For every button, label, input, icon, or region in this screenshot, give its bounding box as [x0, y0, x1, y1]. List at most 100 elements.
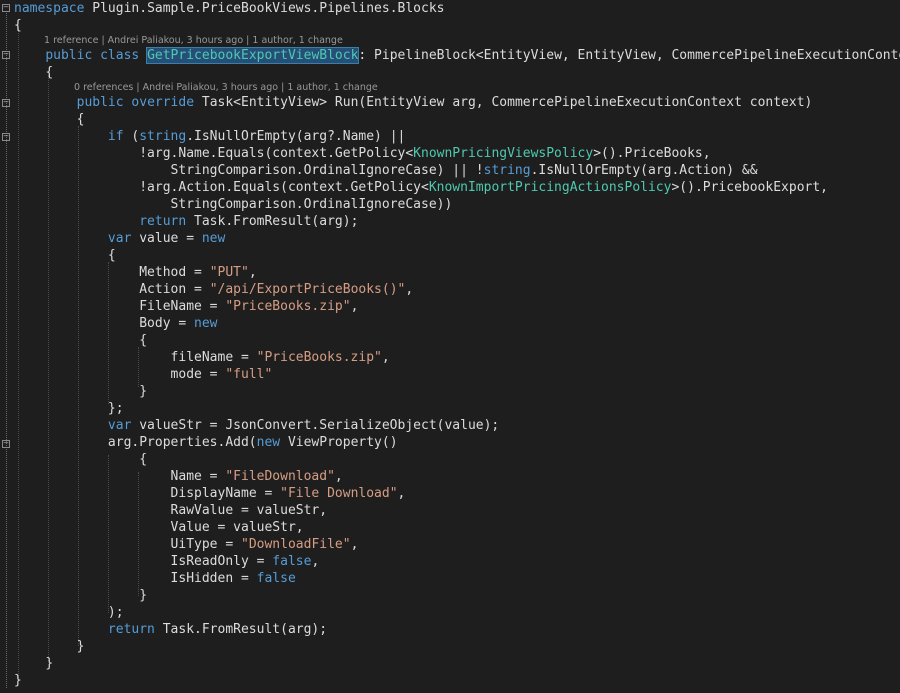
code-line[interactable]: arg.Properties.Add(new ViewProperty(): [14, 434, 398, 451]
code-text: Task.FromResult(arg);: [186, 214, 359, 229]
collapse-namespace-icon[interactable]: [2, 4, 10, 12]
code-text: mode =: [170, 367, 226, 382]
collapse-if-icon[interactable]: [2, 133, 10, 141]
code-text: value =: [131, 231, 202, 246]
code-text: (: [123, 129, 140, 144]
code-line[interactable]: }: [14, 587, 147, 604]
brace: {: [14, 18, 22, 33]
keyword: string: [139, 129, 187, 144]
keyword: new: [256, 435, 281, 450]
code-text: fileName =: [170, 350, 257, 365]
brace: {: [139, 452, 148, 467]
code-line[interactable]: StringComparison.OrdinalIgnoreCase)): [14, 196, 453, 213]
collapse-properties-add-icon[interactable]: [2, 440, 10, 448]
keyword: new: [194, 316, 218, 331]
code-line[interactable]: {: [14, 247, 116, 264]
code-text: arg.Properties.Add(: [107, 435, 257, 450]
code-text: ,: [334, 469, 343, 484]
code-line[interactable]: !arg.Name.Equals(context.GetPolicy<Known…: [14, 145, 710, 162]
code-text: RawValue = valueStr,: [170, 503, 328, 518]
code-editor[interactable]: namespace Plugin.Sample.PriceBookViews.P…: [0, 0, 900, 693]
string-literal: "DownloadFile": [241, 537, 351, 552]
brace: }: [76, 639, 85, 654]
code-line[interactable]: Name = "FileDownload",: [14, 468, 343, 485]
code-line[interactable]: var value = new: [14, 230, 225, 247]
code-line[interactable]: {: [14, 332, 147, 349]
keyword: return: [107, 622, 155, 637]
code-line[interactable]: DisplayName = "File Download",: [14, 485, 406, 502]
string-literal: "PriceBooks.zip": [256, 350, 382, 365]
keyword: class: [92, 48, 148, 63]
code-line[interactable]: }: [14, 638, 85, 655]
string-literal: "FileDownload": [225, 469, 335, 484]
keyword: string: [483, 163, 531, 178]
code-line[interactable]: UiType = "DownloadFile",: [14, 536, 359, 553]
code-line-namespace[interactable]: namespace Plugin.Sample.PriceBookViews.P…: [14, 0, 444, 17]
code-text: DisplayName =: [170, 486, 281, 501]
code-line[interactable]: var valueStr = JsonConvert.SerializeObje…: [14, 417, 499, 434]
code-text: ,: [397, 486, 406, 501]
code-line[interactable]: {: [14, 17, 22, 34]
brace: }: [14, 673, 22, 688]
code-line-method-declaration[interactable]: public override Task<EntityView> Run(Ent…: [14, 94, 813, 111]
type-name: KnownImportPricingActionsPolicy: [428, 180, 672, 195]
codelens-text: 1 reference | Andrei Paliakou, 3 hours a…: [44, 35, 343, 46]
code-line[interactable]: {: [14, 64, 53, 81]
namespace-name: Plugin.Sample.PriceBookViews.Pipelines.B…: [84, 1, 445, 16]
code-line[interactable]: fileName = "PriceBooks.zip",: [14, 349, 390, 366]
codelens-method[interactable]: 0 references | Andrei Paliakou, 3 hours …: [74, 81, 378, 95]
code-line[interactable]: return Task.FromResult(arg);: [14, 213, 358, 230]
brace: {: [45, 65, 54, 80]
brace: };: [107, 401, 124, 416]
code-line[interactable]: Body = new: [14, 315, 218, 332]
code-line[interactable]: );: [14, 604, 124, 621]
brace: }: [45, 656, 54, 671]
code-line[interactable]: Value = valueStr,: [14, 519, 304, 536]
keyword: return: [139, 214, 187, 229]
code-text: FileName =: [139, 299, 226, 314]
code-line[interactable]: Method = "PUT",: [14, 264, 257, 281]
code-line[interactable]: {: [14, 111, 85, 128]
code-line[interactable]: }: [14, 655, 53, 672]
code-line[interactable]: };: [14, 400, 124, 417]
collapse-method-icon[interactable]: [2, 99, 10, 107]
code-line[interactable]: }: [14, 383, 147, 400]
codelens-text: 0 references | Andrei Paliakou, 3 hours …: [74, 82, 378, 93]
string-literal: "PUT": [209, 265, 249, 280]
keyword: var: [107, 231, 132, 246]
collapse-class-icon[interactable]: [2, 51, 10, 59]
code-text: StringComparison.OrdinalIgnoreCase) || !: [170, 163, 484, 178]
code-line[interactable]: {: [14, 451, 147, 468]
code-text: ,: [405, 282, 414, 297]
code-line[interactable]: mode = "full": [14, 366, 273, 383]
keyword: public: [76, 95, 124, 110]
code-line[interactable]: }: [14, 672, 22, 689]
type-name: KnownPricingViewsPolicy: [413, 146, 594, 161]
highlighted-class-name[interactable]: GetPricebookExportViewBlock: [146, 47, 360, 64]
brace: }: [139, 384, 148, 399]
code-line[interactable]: RawValue = valueStr,: [14, 502, 328, 519]
code-line-class-declaration[interactable]: public class GetPricebookExportViewBlock…: [14, 47, 900, 64]
code-line[interactable]: FileName = "PriceBooks.zip",: [14, 298, 358, 315]
code-text: ,: [248, 265, 257, 280]
code-text: ViewProperty(): [280, 435, 398, 450]
keyword: false: [256, 571, 296, 586]
code-line[interactable]: if (string.IsNullOrEmpty(arg?.Name) ||: [14, 128, 405, 145]
code-line[interactable]: StringComparison.OrdinalIgnoreCase) || !…: [14, 162, 758, 179]
code-text: UiType =: [170, 537, 241, 552]
code-line[interactable]: IsHidden = false: [14, 570, 296, 587]
code-text: );: [107, 605, 124, 620]
code-line[interactable]: !arg.Action.Equals(context.GetPolicy<Kno…: [14, 179, 828, 196]
code-line[interactable]: return Task.FromResult(arg);: [14, 621, 327, 638]
outline-line: [6, 13, 7, 688]
base-class: : PipelineBlock<EntityView, EntityView, …: [358, 48, 900, 63]
string-literal: "full": [225, 367, 273, 382]
code-text: ,: [311, 554, 320, 569]
code-line[interactable]: IsReadOnly = false,: [14, 553, 320, 570]
string-literal: "PriceBooks.zip": [225, 299, 351, 314]
code-text: ,: [350, 537, 359, 552]
codelens-class[interactable]: 1 reference | Andrei Paliakou, 3 hours a…: [44, 34, 343, 48]
code-line[interactable]: Action = "/api/ExportPriceBooks()",: [14, 281, 413, 298]
code-text: IsHidden =: [170, 571, 257, 586]
code-text: Body =: [139, 316, 195, 331]
